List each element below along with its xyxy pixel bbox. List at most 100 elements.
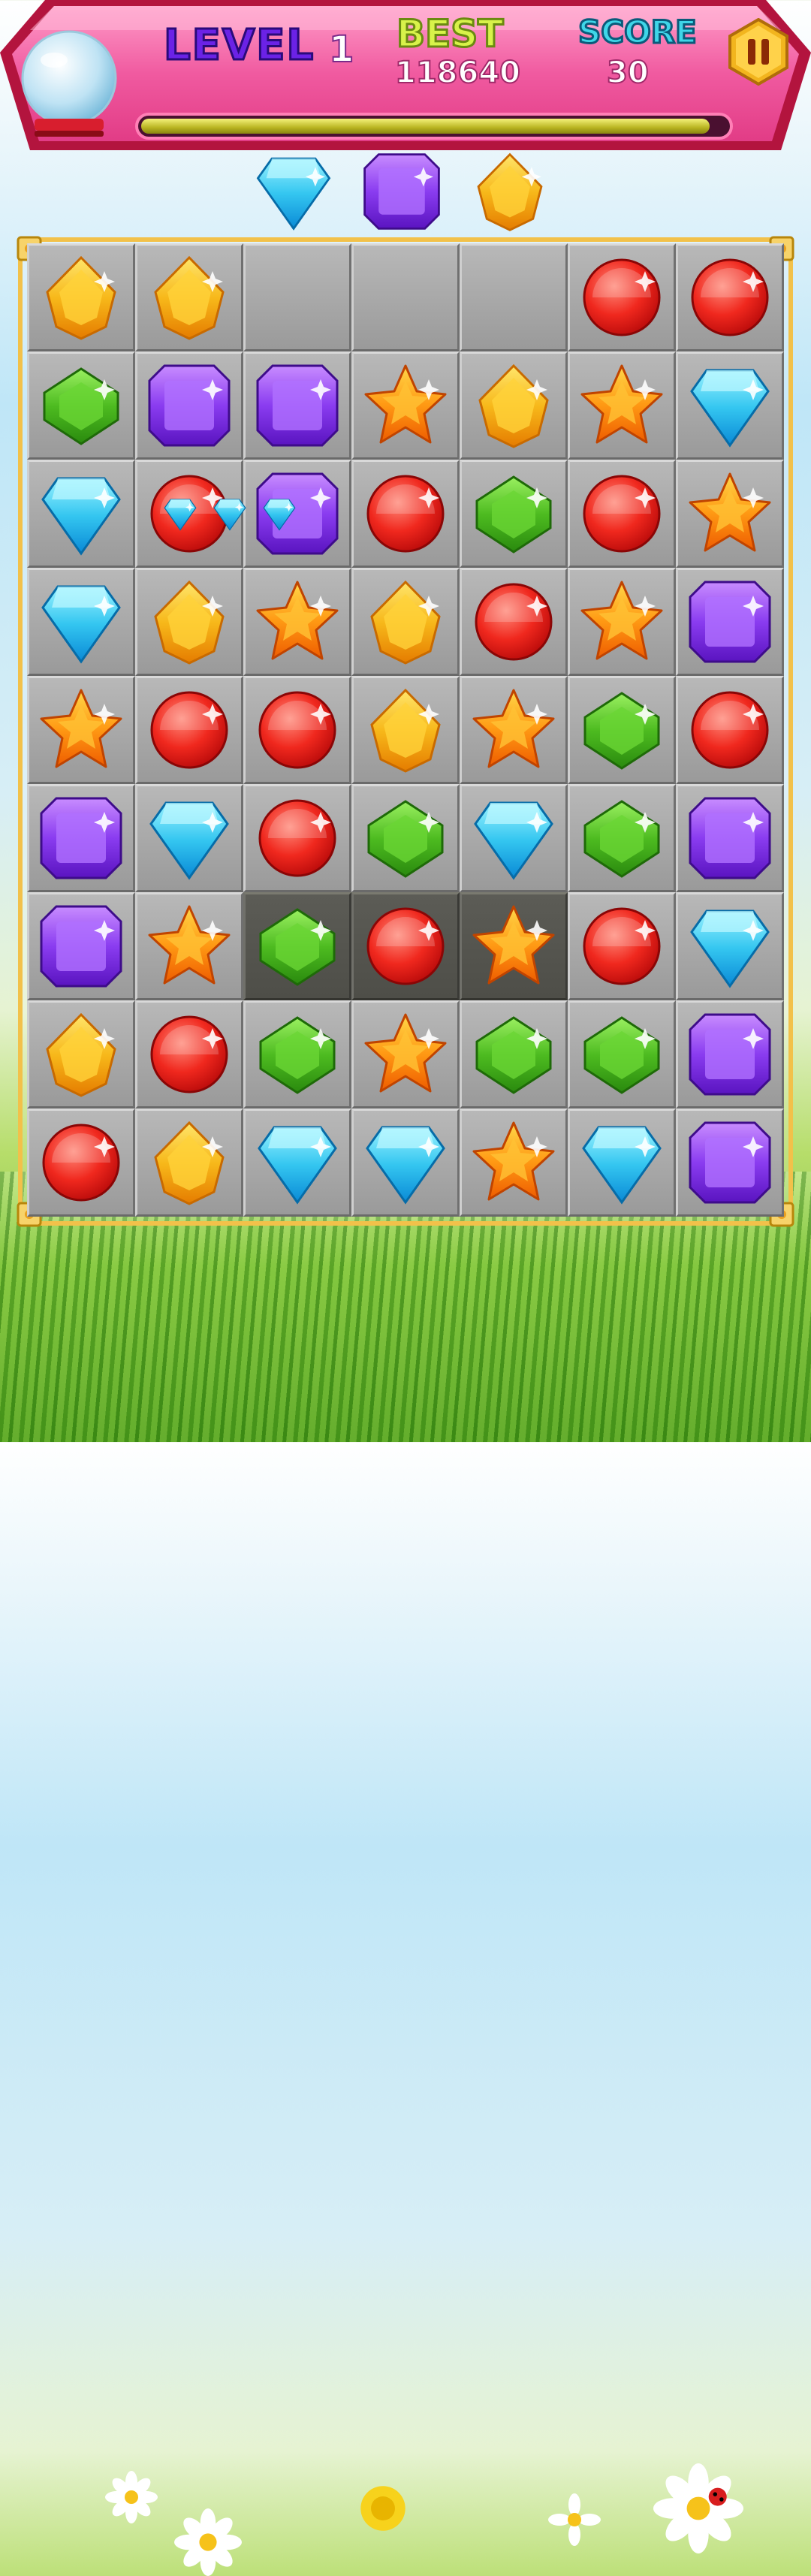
board-cell[interactable] — [135, 784, 243, 892]
board-cell[interactable] — [135, 892, 243, 1000]
board-cell[interactable] — [135, 1109, 243, 1217]
blue-gem-icon — [690, 909, 770, 988]
board-cell[interactable] — [568, 1000, 676, 1109]
board-cell[interactable] — [351, 784, 460, 892]
board-cell[interactable] — [243, 1109, 351, 1217]
score-value: 30 — [606, 55, 650, 91]
red-gem-icon — [258, 799, 336, 877]
board-cell[interactable] — [243, 568, 351, 676]
board-cell[interactable] — [676, 1000, 784, 1109]
board-cell[interactable] — [460, 1000, 568, 1109]
star-gem-icon — [689, 472, 771, 552]
purple-gem-icon — [689, 1121, 771, 1204]
board-cell[interactable] — [568, 243, 676, 351]
board-cell[interactable] — [27, 676, 135, 784]
blue-gem-icon — [582, 1126, 662, 1205]
board-cell[interactable] — [568, 351, 676, 460]
board-cell[interactable] — [135, 676, 243, 784]
board-cell[interactable] — [676, 351, 784, 460]
board-cell[interactable] — [135, 351, 243, 460]
hud-banner: LEVEL 1 BEST 118640 SCORE 30 — [0, 0, 811, 173]
board-cell[interactable] — [460, 892, 568, 1000]
board-cell[interactable] — [460, 243, 568, 351]
blue-gem-icon — [366, 1126, 445, 1205]
board-cell[interactable] — [135, 243, 243, 351]
daisy-icon — [548, 2493, 601, 2546]
board-cell[interactable] — [27, 1109, 135, 1217]
board-cell[interactable] — [27, 1000, 135, 1109]
blue-gem-icon — [41, 585, 121, 664]
board-cell[interactable] — [460, 568, 568, 676]
blue-gem-icon — [164, 499, 197, 531]
board-cell[interactable] — [351, 460, 460, 568]
level-label: LEVEL — [162, 20, 315, 71]
green-gem-icon — [583, 692, 660, 770]
blue-gem-icon — [41, 477, 121, 556]
star-gem-icon — [364, 1013, 447, 1093]
board-cell[interactable] — [568, 1109, 676, 1217]
score-label: SCORE — [577, 13, 698, 52]
board-cell[interactable] — [351, 1109, 460, 1217]
green-gem-icon — [43, 367, 119, 445]
board-cell[interactable] — [568, 568, 676, 676]
star-gem-icon — [580, 581, 663, 660]
board-cell[interactable] — [27, 568, 135, 676]
purple-gem-icon — [689, 581, 771, 663]
red-gem-icon — [583, 475, 661, 553]
board-cell[interactable] — [460, 351, 568, 460]
board-cell[interactable] — [676, 892, 784, 1000]
board-cell[interactable] — [568, 676, 676, 784]
purple-gem-icon — [363, 153, 440, 230]
board-cell[interactable] — [676, 676, 784, 784]
blue-gem-icon — [213, 499, 246, 531]
star-gem-icon — [40, 689, 122, 768]
board-cell[interactable] — [135, 568, 243, 676]
board-cell[interactable] — [460, 676, 568, 784]
star-gem-icon — [472, 1121, 555, 1201]
board-cell[interactable] — [676, 460, 784, 568]
board-cell[interactable] — [568, 784, 676, 892]
board-cell[interactable] — [27, 892, 135, 1000]
board-cell[interactable] — [351, 892, 460, 1000]
board-cell[interactable] — [243, 784, 351, 892]
best-label: BEST — [395, 11, 504, 57]
board-cell[interactable] — [27, 784, 135, 892]
red-gem-icon — [258, 691, 336, 769]
board-cell[interactable] — [676, 568, 784, 676]
yellow-gem-icon — [370, 688, 441, 773]
score-progress-bar — [135, 113, 733, 140]
score-progress-fill — [141, 119, 710, 134]
board-cell[interactable] — [27, 243, 135, 351]
board-cell[interactable] — [460, 460, 568, 568]
preview-gems — [0, 150, 811, 233]
board-cell[interactable] — [243, 243, 351, 351]
level-value: 1 — [328, 28, 354, 71]
board-cell[interactable] — [676, 784, 784, 892]
purple-gem-icon — [689, 797, 771, 879]
board-cell[interactable] — [27, 351, 135, 460]
board-cell[interactable] — [351, 243, 460, 351]
blue-gem-icon — [258, 1126, 337, 1205]
board-cell[interactable] — [351, 676, 460, 784]
board-cell[interactable] — [243, 351, 351, 460]
board-cell[interactable] — [676, 1109, 784, 1217]
board-cell[interactable] — [27, 460, 135, 568]
board-cell[interactable] — [351, 568, 460, 676]
board-cell[interactable] — [568, 892, 676, 1000]
board-cell[interactable] — [351, 1000, 460, 1109]
board-cell[interactable] — [135, 1000, 243, 1109]
board-cell[interactable] — [351, 351, 460, 460]
board-cell[interactable] — [243, 676, 351, 784]
blue-gem-icon — [263, 499, 296, 531]
yellow-gem-icon — [477, 152, 543, 231]
board-cell[interactable] — [243, 1000, 351, 1109]
board-cell[interactable] — [676, 243, 784, 351]
board-cell[interactable] — [460, 1109, 568, 1217]
board-cell[interactable] — [568, 460, 676, 568]
star-gem-icon — [256, 581, 339, 660]
board-cell[interactable] — [243, 892, 351, 1000]
pause-button[interactable] — [727, 18, 790, 86]
star-gem-icon — [472, 689, 555, 768]
snow-globe-icon — [21, 30, 117, 137]
board-cell[interactable] — [460, 784, 568, 892]
